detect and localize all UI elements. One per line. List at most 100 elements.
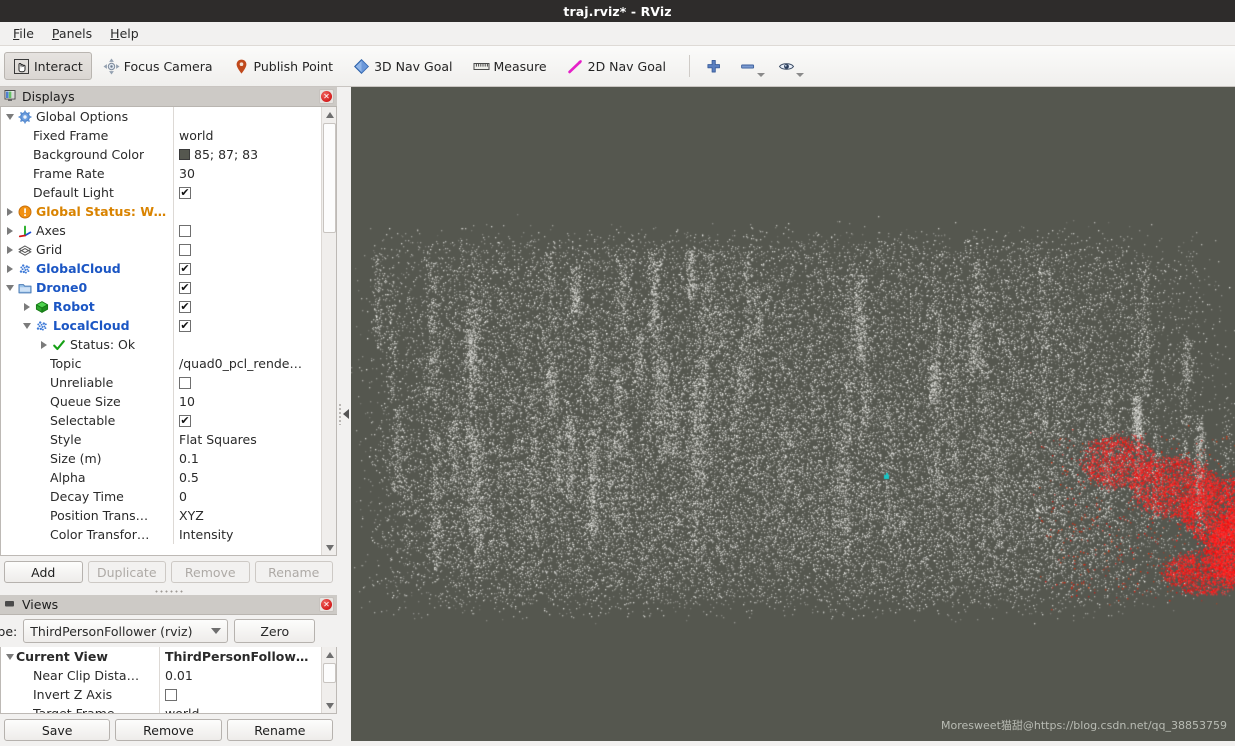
tool-publish-point[interactable]: Publish Point bbox=[224, 52, 343, 80]
visibility-tool[interactable] bbox=[773, 53, 805, 79]
remove-button[interactable]: Remove bbox=[115, 719, 222, 741]
checkbox[interactable]: ✔ bbox=[179, 186, 191, 199]
display-property-row[interactable]: Size (m) 0.1 bbox=[1, 449, 321, 468]
view-property-row[interactable]: Near Clip Dista… 0.01 bbox=[1, 666, 321, 685]
tool-interact[interactable]: Interact bbox=[4, 52, 92, 80]
collapse-arrow-icon[interactable] bbox=[20, 322, 33, 329]
display-property-row[interactable]: Style Flat Squares bbox=[1, 430, 321, 449]
chevron-down-icon[interactable] bbox=[796, 73, 805, 77]
display-property-value-cell[interactable] bbox=[173, 373, 321, 392]
display-property-value-cell[interactable]: ✔ bbox=[173, 411, 321, 430]
checkbox[interactable] bbox=[179, 224, 191, 237]
plus-icon[interactable] bbox=[700, 53, 726, 79]
display-property-row[interactable]: Selectable ✔ bbox=[1, 411, 321, 430]
add-button[interactable]: Add bbox=[4, 561, 83, 583]
display-property-value-cell[interactable] bbox=[173, 107, 321, 126]
view-property-value-cell[interactable] bbox=[159, 685, 321, 704]
zero-button[interactable]: Zero bbox=[234, 619, 316, 643]
views-close-button[interactable]: ✕ bbox=[319, 597, 334, 612]
display-property-value-cell[interactable]: 30 bbox=[173, 164, 321, 183]
scroll-down-button[interactable] bbox=[322, 698, 336, 713]
views-tree[interactable]: Current View ThirdPersonFollow… Near Clip … bbox=[0, 647, 337, 714]
view-property-row[interactable]: Invert Z Axis bbox=[1, 685, 321, 704]
expand-arrow-icon[interactable] bbox=[20, 302, 33, 311]
tool-2d-nav-goal[interactable]: 2D Nav Goal bbox=[558, 52, 675, 80]
view-property-row[interactable]: Target Frame world bbox=[1, 704, 321, 713]
scroll-up-button[interactable] bbox=[322, 107, 336, 122]
checkbox[interactable] bbox=[179, 376, 191, 389]
tool-focus-camera[interactable]: Focus Camera bbox=[94, 52, 222, 80]
view-property-value-cell[interactable]: world bbox=[159, 704, 321, 713]
view-property-value-cell[interactable]: ThirdPersonFollow… bbox=[159, 647, 321, 666]
display-property-value-cell[interactable]: ✔ bbox=[173, 278, 321, 297]
menu-file[interactable]: File bbox=[4, 23, 43, 44]
collapse-arrow-icon[interactable] bbox=[3, 113, 16, 120]
point-cloud-canvas[interactable] bbox=[351, 87, 1235, 741]
checkbox[interactable]: ✔ bbox=[179, 300, 191, 313]
checkbox[interactable]: ✔ bbox=[179, 319, 191, 332]
display-property-value-cell[interactable]: 85; 87; 83 bbox=[173, 145, 321, 164]
display-property-value-cell[interactable]: /quad0_pcl_rende… bbox=[173, 354, 321, 373]
display-property-row[interactable]: Alpha 0.5 bbox=[1, 468, 321, 487]
chevron-down-icon[interactable] bbox=[757, 73, 766, 77]
display-property-row[interactable]: Drone0 ✔ bbox=[1, 278, 321, 297]
displays-tree[interactable]: Global Options Fixed Frame world Background… bbox=[0, 107, 337, 556]
display-property-row[interactable]: Status: Ok bbox=[1, 335, 321, 354]
scroll-down-button[interactable] bbox=[322, 540, 336, 555]
expand-arrow-icon[interactable] bbox=[37, 340, 50, 349]
menu-panels[interactable]: Panels bbox=[43, 23, 101, 44]
save-button[interactable]: Save bbox=[4, 719, 111, 741]
rename-button[interactable]: Rename bbox=[226, 719, 333, 741]
view-property-row[interactable]: Current View ThirdPersonFollow… bbox=[1, 647, 321, 666]
remove-tool[interactable] bbox=[734, 53, 766, 79]
display-property-row[interactable]: Background Color 85; 87; 83 bbox=[1, 145, 321, 164]
checkbox[interactable]: ✔ bbox=[179, 281, 191, 294]
display-property-value-cell[interactable]: world bbox=[173, 126, 321, 145]
display-property-value-cell[interactable]: 0 bbox=[173, 487, 321, 506]
display-property-value-cell[interactable]: 0.1 bbox=[173, 449, 321, 468]
display-property-value-cell[interactable] bbox=[173, 335, 321, 354]
display-property-row[interactable]: Decay Time 0 bbox=[1, 487, 321, 506]
expand-arrow-icon[interactable] bbox=[3, 207, 16, 216]
display-property-row[interactable]: Default Light ✔ bbox=[1, 183, 321, 202]
display-property-row[interactable]: Global Options bbox=[1, 107, 321, 126]
display-property-value-cell[interactable] bbox=[173, 221, 321, 240]
scrollbar-thumb[interactable] bbox=[323, 123, 336, 233]
display-property-row[interactable]: Color Transfor… Intensity bbox=[1, 525, 321, 544]
color-swatch[interactable] bbox=[179, 149, 190, 160]
menu-help[interactable]: Help bbox=[101, 23, 148, 44]
expand-arrow-icon[interactable] bbox=[3, 226, 16, 235]
display-property-value-cell[interactable] bbox=[173, 240, 321, 259]
displays-scrollbar[interactable] bbox=[321, 107, 336, 555]
checkbox[interactable]: ✔ bbox=[179, 414, 191, 427]
view-property-value-cell[interactable]: 0.01 bbox=[159, 666, 321, 685]
displays-close-button[interactable]: ✕ bbox=[319, 89, 334, 104]
display-property-row[interactable]: Grid bbox=[1, 240, 321, 259]
expand-arrow-icon[interactable] bbox=[3, 245, 16, 254]
display-property-value-cell[interactable] bbox=[173, 202, 321, 221]
display-property-row[interactable]: GlobalCloud ✔ bbox=[1, 259, 321, 278]
collapse-arrow-icon[interactable] bbox=[3, 653, 16, 660]
checkbox[interactable] bbox=[179, 243, 191, 256]
display-property-value-cell[interactable]: ✔ bbox=[173, 297, 321, 316]
display-property-value-cell[interactable]: Intensity bbox=[173, 525, 321, 544]
scrollbar-thumb[interactable] bbox=[323, 663, 336, 683]
display-property-row[interactable]: Frame Rate 30 bbox=[1, 164, 321, 183]
checkbox[interactable]: ✔ bbox=[179, 262, 191, 275]
display-property-value-cell[interactable]: 0.5 bbox=[173, 468, 321, 487]
display-property-row[interactable]: Unreliable bbox=[1, 373, 321, 392]
display-property-row[interactable]: Global Status: Warn bbox=[1, 202, 321, 221]
render-viewport[interactable]: Moresweet猫甜@https://blog.csdn.net/qq_388… bbox=[351, 87, 1235, 741]
display-property-value-cell[interactable]: ✔ bbox=[173, 316, 321, 335]
display-property-row[interactable]: Topic/quad0_pcl_rende… bbox=[1, 354, 321, 373]
view-type-combobox[interactable]: ThirdPersonFollower (rviz) bbox=[23, 619, 229, 643]
display-property-row[interactable]: Position Trans… XYZ bbox=[1, 506, 321, 525]
collapse-arrow-icon[interactable] bbox=[3, 284, 16, 291]
display-property-row[interactable]: LocalCloud ✔ bbox=[1, 316, 321, 335]
display-property-row[interactable]: Queue Size 10 bbox=[1, 392, 321, 411]
views-scrollbar[interactable] bbox=[321, 647, 336, 713]
dock-splitter-handle-horizontal[interactable] bbox=[0, 588, 337, 595]
tool-3d-nav-goal[interactable]: 3D Nav Goal bbox=[344, 52, 461, 80]
display-property-row[interactable]: Axes bbox=[1, 221, 321, 240]
add-tool[interactable] bbox=[700, 53, 726, 79]
